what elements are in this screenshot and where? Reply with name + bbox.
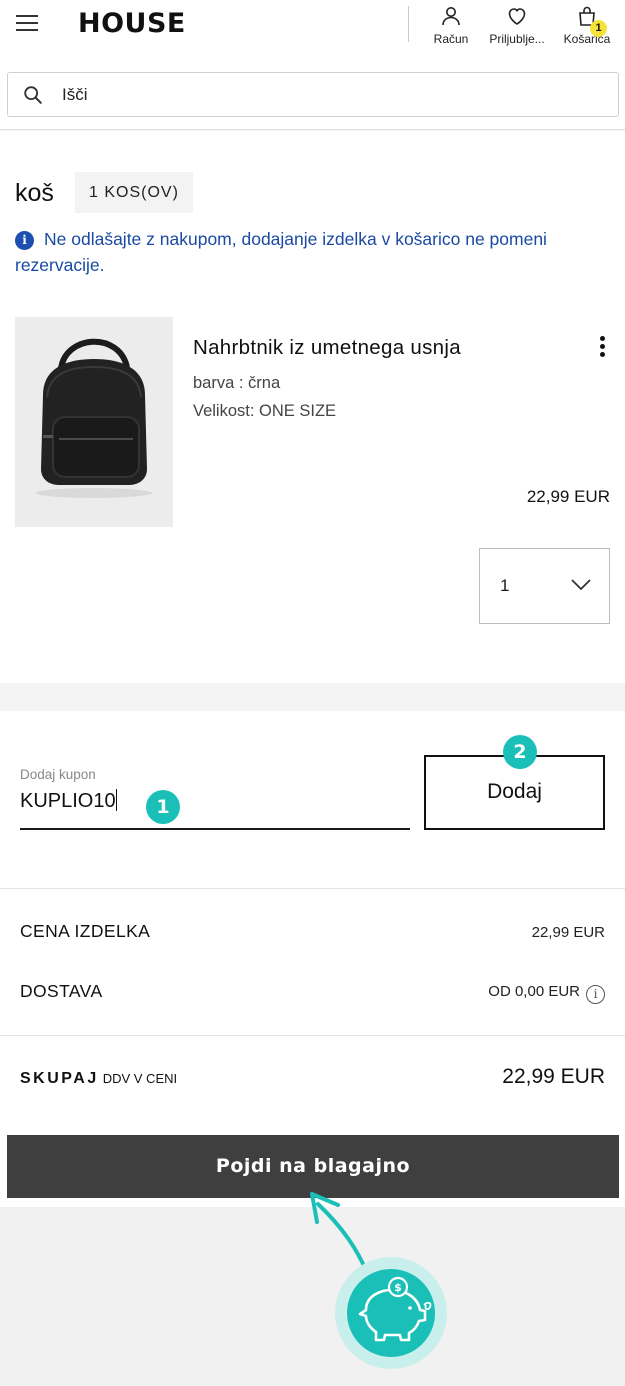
total-value: 22,99 EUR xyxy=(502,1065,605,1088)
basket-link[interactable]: 1 Košarica xyxy=(556,4,618,46)
site-header: HOUSE Račun Priljublje... 1 Košarica Išč… xyxy=(0,0,625,130)
section-gap xyxy=(0,683,625,711)
user-icon xyxy=(442,7,460,26)
heart-icon xyxy=(508,8,526,25)
account-link[interactable]: Račun xyxy=(426,4,476,46)
coupon-value: KUPLIO10 xyxy=(20,790,116,812)
favorites-link[interactable]: Priljublje... xyxy=(480,4,554,46)
item-price-value: 22,99 EUR xyxy=(531,924,605,941)
search-input[interactable]: Išči xyxy=(7,72,619,117)
checkout-button[interactable]: Pojdi na blagajno xyxy=(7,1135,619,1198)
step-marker-2: 2 xyxy=(503,735,537,769)
page-title: koš xyxy=(15,179,54,207)
search-icon xyxy=(24,86,42,104)
item-count-badge: 1 KOS(OV) xyxy=(75,172,193,213)
vat-note: DDV V CENI xyxy=(102,1071,178,1086)
cart-section: koš 1 KOS(OV) i Ne odlašajte z nakupom, d… xyxy=(0,131,625,683)
divider xyxy=(0,888,625,889)
product-image[interactable] xyxy=(15,317,173,527)
divider xyxy=(0,1035,625,1036)
kebab-menu-icon xyxy=(581,327,623,357)
more-options-button[interactable] xyxy=(581,327,623,369)
item-price-label: CENA IZDELKA xyxy=(20,921,151,941)
house-logo[interactable]: HOUSE xyxy=(78,8,186,39)
chevron-down-icon xyxy=(571,579,591,591)
account-label: Račun xyxy=(433,32,469,46)
hamburger-menu-icon[interactable] xyxy=(16,15,38,33)
info-icon: i xyxy=(15,231,34,250)
favorites-label: Priljublje... xyxy=(489,32,545,46)
svg-text:$: $ xyxy=(394,1281,402,1294)
notice-text: Ne odlašajte z nakupom, dodajanje izdelk… xyxy=(15,229,547,275)
coupon-label: Dodaj kupon xyxy=(20,767,96,782)
piggy-bank-icon: $ xyxy=(335,1257,447,1369)
total-label-text: SKUPAJ xyxy=(20,1070,99,1087)
search-placeholder: Išči xyxy=(62,85,88,104)
step-marker-1: 1 xyxy=(146,790,180,824)
shipping-info-icon[interactable]: i xyxy=(586,985,605,1004)
product-name[interactable]: Nahrbtnik iz umetnega usnja xyxy=(193,336,461,360)
header-divider xyxy=(408,6,409,42)
shipping-row-value: OD 0,00 EUR i xyxy=(488,983,605,1004)
backpack-image xyxy=(15,317,173,527)
product-price: 22,99 EUR xyxy=(526,487,610,506)
shipping-label: DOSTAVA xyxy=(20,981,103,1001)
quantity-select[interactable]: 1 xyxy=(479,548,610,624)
quantity-value: 1 xyxy=(500,576,510,595)
cart-page: HOUSE Račun Priljublje... 1 Košarica Išč… xyxy=(0,0,625,1386)
product-size: Velikost: ONE SIZE xyxy=(193,402,337,420)
reservation-notice: i Ne odlašajte z nakupom, dodajanje izdel… xyxy=(15,226,605,278)
shipping-value: OD 0,00 EUR xyxy=(488,983,580,1000)
order-summary: Dodaj kupon KUPLIO10 1 Dodaj 2 CENA IZDE… xyxy=(0,711,625,1207)
product-color: barva : črna xyxy=(193,374,281,392)
total-label: SKUPAJ DDV V CENI xyxy=(20,1070,177,1088)
coupon-input[interactable]: KUPLIO10 xyxy=(20,789,410,830)
pointer-arrow-icon xyxy=(310,1192,374,1288)
basket-count-badge: 1 xyxy=(590,20,607,37)
text-caret xyxy=(115,789,117,811)
